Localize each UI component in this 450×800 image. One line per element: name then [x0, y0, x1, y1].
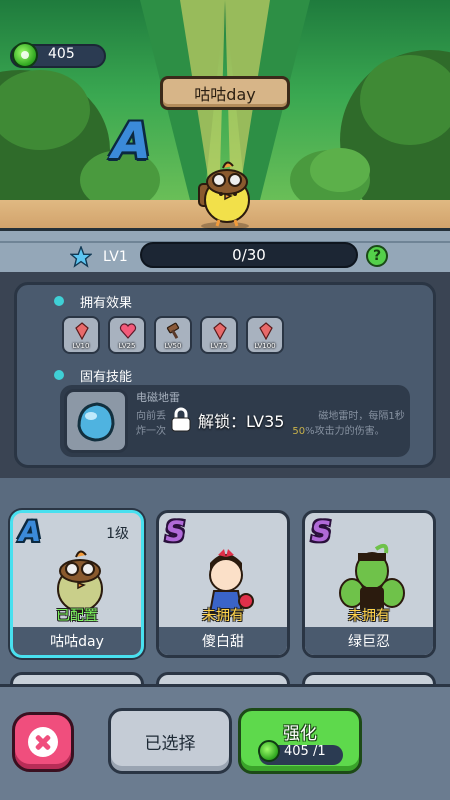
xp-progress-text: 0/30 [232, 246, 266, 264]
upgrade-cost: 405 /1 [284, 744, 326, 759]
effect-lv75[interactable]: LV75 [200, 316, 238, 354]
effect-lv100[interactable]: LV100 [246, 316, 284, 354]
lock-icon [171, 407, 191, 432]
skill-desc-part: 炸一次 [136, 426, 166, 437]
skill-icon [64, 389, 128, 453]
card-status: 已配置 [56, 608, 98, 624]
hero-card-shabaitian[interactable]: S 未拥有 傻白甜 [156, 510, 290, 658]
card-name: 傻白甜 [159, 627, 287, 655]
skill-title: 固有技能 [80, 370, 133, 385]
green-gem-icon [12, 42, 38, 68]
card-status: 未拥有 [202, 608, 244, 624]
upgrade-button[interactable]: 强化 [238, 708, 362, 774]
hero-level-label: LV1 [103, 249, 128, 265]
red-crystal-icon [75, 322, 89, 340]
card-level: 1级 [106, 526, 129, 542]
hero-card-lvjuren[interactable]: S 未拥有 绿巨忍 [302, 510, 436, 658]
card-status: 未拥有 [348, 608, 390, 624]
effect-level-label: LV25 [118, 342, 136, 350]
card-name: 绿巨忍 [305, 627, 433, 655]
effect-level-label: LV75 [210, 342, 228, 350]
upgrade-label: 强化 [283, 724, 317, 744]
effect-lv50[interactable]: LV50 [154, 316, 192, 354]
star-icon [70, 246, 92, 268]
skill-desc-part: 磁地雷时，每隔1秒 [318, 411, 405, 422]
help-button[interactable]: ? [366, 245, 388, 267]
card-grade: S [308, 515, 335, 548]
blue-orb-icon [77, 402, 115, 442]
currency-amount: 405 [48, 46, 75, 62]
card-grade: S [162, 515, 189, 548]
effect-lv10[interactable]: LV10 [62, 316, 100, 354]
panel-divider [0, 478, 450, 498]
skill-lock-overlay: 解锁：LV35 [170, 407, 284, 433]
section-bullet [54, 296, 64, 306]
skill-desc-part: %攻击力的伤害。 [305, 426, 385, 437]
skill-desc-part: 向前丢 [136, 411, 166, 422]
hammer-icon [166, 322, 180, 339]
xp-progress-bar: 0/30 [140, 242, 358, 268]
section-bullet [54, 370, 64, 380]
hero-name-plate: 咕咕day [160, 76, 290, 110]
heart-icon [119, 323, 137, 339]
close-button[interactable] [12, 712, 74, 772]
green-gem-icon [258, 740, 280, 762]
card-name: 咕咕day [13, 627, 141, 655]
skill-name: 电磁地雷 [136, 391, 180, 404]
close-icon [28, 727, 58, 757]
effect-level-label: LV10 [72, 342, 90, 350]
effect-level-label: LV50 [164, 342, 182, 350]
lock-text: 解锁：LV35 [198, 412, 285, 431]
effects-title: 拥有效果 [80, 296, 133, 311]
effect-level-label: LV100 [254, 342, 276, 350]
red-crystal-icon [259, 322, 273, 340]
effect-lv25[interactable]: LV25 [108, 316, 146, 354]
hero-bird-icon [198, 161, 250, 230]
hero-card-gugu[interactable]: A 1级 已配置 咕咕day [10, 510, 144, 658]
red-crystal-icon [213, 322, 227, 340]
selected-button[interactable]: 已选择 [108, 708, 232, 774]
skill-desc-percent: 50 [292, 426, 306, 437]
